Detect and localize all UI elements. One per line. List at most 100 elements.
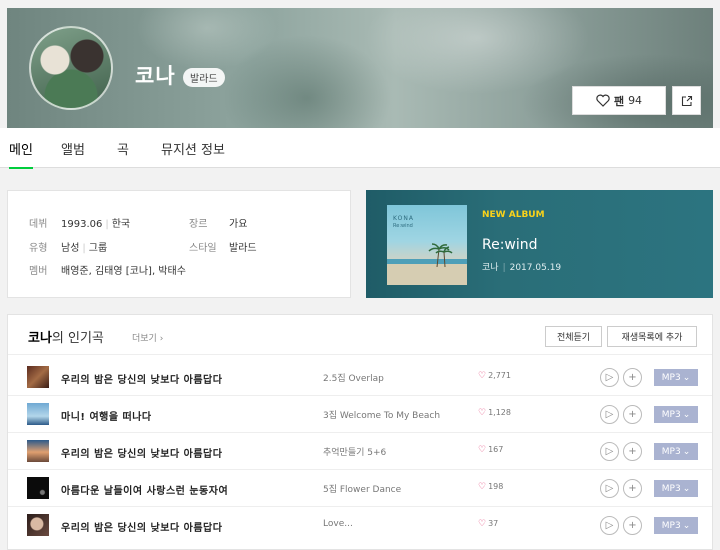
song-album[interactable]: 추억만들기 5+6 [323,445,386,458]
song-thumbnail[interactable] [27,477,49,499]
song-row[interactable]: 마니! 여행을 떠나다 3집 Welcome To My Beach ♡ 1,12… [8,396,712,433]
play-button[interactable]: ▷ [600,368,619,387]
heart-icon: ♡ [478,408,487,418]
mp3-button[interactable]: MP3 ⌄ [654,443,698,460]
song-row[interactable]: 아름다운 날들이여 사랑스런 눈동자여 5집 Flower Dance ♡ 198… [8,470,712,507]
song-title[interactable]: 우리의 밤은 당신의 낮보다 아름답다 [61,445,222,460]
song-row[interactable]: 우리의 밤은 당신의 낮보다 아름답다 2.5집 Overlap ♡ 2,771 … [8,359,712,396]
song-likes[interactable]: ♡ 198 [478,482,503,492]
add-button[interactable]: + [623,479,642,498]
popular-songs-panel: 코나의 인기곡 더보기 › 전체듣기 재생목록에 추가 우리의 밤은 당신의 낮… [7,314,713,550]
artist-avatar [29,26,113,110]
mp3-button[interactable]: MP3 ⌄ [654,369,698,386]
debut-country: 한국 [111,219,131,230]
fan-button[interactable]: 팬 94 [572,86,666,115]
style-value: 발라드 [229,243,257,254]
play-icon: ▷ [605,409,614,420]
plus-icon: + [628,520,637,531]
song-thumbnail[interactable] [27,514,49,536]
mp3-button[interactable]: MP3 ⌄ [654,406,698,423]
add-button[interactable]: + [623,405,642,424]
popular-title-artist: 코나 [28,331,52,346]
song-title[interactable]: 아름다운 날들이여 사랑스런 눈동자여 [61,482,228,497]
palm-tree-illustration [387,243,467,285]
plus-icon: + [628,372,637,383]
add-button[interactable]: + [623,516,642,535]
song-row[interactable]: 우리의 밤은 당신의 낮보다 아름답다 추억만들기 5+6 ♡ 167 ▷ + M… [8,433,712,470]
song-title[interactable]: 우리의 밤은 당신의 낮보다 아름답다 [61,519,222,534]
album-cover[interactable]: KONA Re:wind [387,205,467,285]
artist-tabs: 메인 앨범 곡 뮤지션 정보 [0,128,720,169]
chevron-down-icon: ⌄ [682,409,691,420]
play-button[interactable]: ▷ [600,516,619,535]
new-album-card[interactable]: KONA Re:wind NEW ALBUM Re:wind 코나 | 2017.0… [366,190,713,298]
add-to-playlist-button[interactable]: 재생목록에 추가 [607,326,697,347]
type-gender: 남성 [61,243,80,254]
chevron-down-icon: ⌄ [682,520,691,531]
play-button[interactable]: ▷ [600,405,619,424]
heart-icon: ♡ [478,445,487,455]
song-title[interactable]: 마니! 여행을 떠나다 [61,408,152,423]
new-album-tag: NEW ALBUM [482,210,545,220]
new-album-artist[interactable]: 코나 [482,263,499,273]
artist-name: 코나 [135,64,176,88]
new-album-date: 2017.05.19 [509,263,562,273]
song-row[interactable]: 우리의 밤은 당신의 낮보다 아름답다 Love... ♡ 37 ▷ + MP3 ⌄ [8,507,712,544]
mp3-button[interactable]: MP3 ⌄ [654,517,698,534]
info-genre: 장르 가요 [189,215,247,230]
plus-icon: + [628,446,637,457]
add-button[interactable]: + [623,442,642,461]
song-album[interactable]: 3집 Welcome To My Beach [323,408,440,421]
member-value[interactable]: 배영준, 김태영 [코나], 박태수 [61,262,186,277]
fan-label: 팬 [613,94,625,108]
debut-date: 1993.06 [61,219,103,230]
song-likes[interactable]: ♡ 2,771 [478,371,511,381]
plus-icon: + [628,483,637,494]
member-key: 멤버 [29,266,48,277]
artist-info-card: 데뷔 1993.06 | 한국 장르 가요 유형 남성 | 그룹 스타일 발라드 멤버 … [7,190,351,298]
song-likes[interactable]: ♡ 37 [478,519,498,529]
heart-icon: ♡ [478,482,487,492]
play-button[interactable]: ▷ [600,442,619,461]
genre-key: 장르 [189,219,208,230]
type-key: 유형 [29,243,48,254]
song-album[interactable]: 5집 Flower Dance [323,482,401,495]
info-debut: 데뷔 1993.06 | 한국 [29,215,130,230]
info-type: 유형 남성 | 그룹 [29,239,107,254]
tab-musician-info[interactable]: 뮤지션 정보 [161,139,225,158]
song-thumbnail[interactable] [27,440,49,462]
song-likes[interactable]: ♡ 167 [478,445,503,455]
new-album-meta: 코나 | 2017.05.19 [482,263,562,273]
add-button[interactable]: + [623,368,642,387]
new-album-title[interactable]: Re:wind [482,237,538,253]
song-album[interactable]: 2.5집 Overlap [323,371,384,384]
play-icon: ▷ [605,483,614,494]
chevron-down-icon: ⌄ [682,372,691,383]
plus-icon: + [628,409,637,420]
type-group: 그룹 [88,243,108,254]
song-thumbnail[interactable] [27,366,49,388]
play-all-button[interactable]: 전체듣기 [545,326,602,347]
tab-songs[interactable]: 곡 [117,139,129,158]
song-title[interactable]: 우리의 밤은 당신의 낮보다 아름답다 [61,371,222,386]
share-button[interactable] [672,86,701,115]
tab-album[interactable]: 앨범 [61,139,85,158]
popular-songs-header: 코나의 인기곡 더보기 › 전체듣기 재생목록에 추가 [8,315,712,355]
more-link[interactable]: 더보기 › [132,331,163,344]
play-icon: ▷ [605,446,614,457]
info-style: 스타일 발라드 [189,239,257,254]
fan-count: 94 [628,94,643,107]
play-icon: ▷ [605,372,614,383]
share-icon [681,95,692,106]
play-button[interactable]: ▷ [600,479,619,498]
style-key: 스타일 [189,243,217,254]
play-icon: ▷ [605,520,614,531]
heart-icon [596,94,610,107]
mp3-button[interactable]: MP3 ⌄ [654,480,698,497]
song-likes[interactable]: ♡ 1,128 [478,408,511,418]
heart-icon: ♡ [478,371,487,381]
tab-main[interactable]: 메인 [9,139,33,169]
song-album[interactable]: Love... [323,519,353,529]
song-thumbnail[interactable] [27,403,49,425]
genre-badge: 발라드 [183,68,225,87]
